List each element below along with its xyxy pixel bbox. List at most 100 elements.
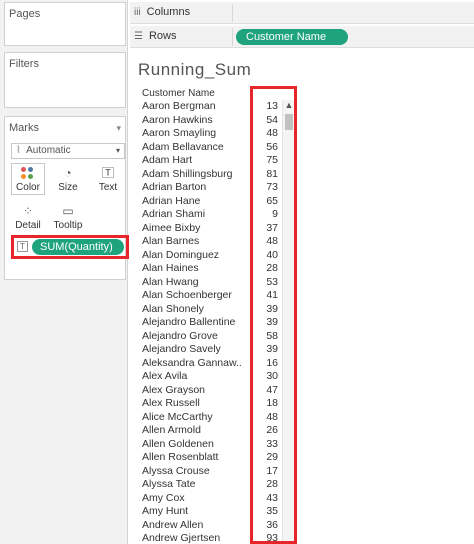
running-sum-cell[interactable]: 39 [252,303,282,317]
vertical-scrollbar[interactable]: ▲ [282,100,294,544]
running-sum-cell[interactable]: 81 [252,168,282,182]
rows-shelf[interactable]: ☰ Rows Customer Name [130,26,474,48]
color-label: Color [16,182,40,193]
running-sum-cell[interactable]: 37 [252,222,282,236]
running-sum-cell[interactable]: 36 [252,519,282,533]
running-sum-cell[interactable]: 39 [252,316,282,330]
customer-name-cell[interactable]: Alan Shonely [138,303,248,317]
customer-name-cell[interactable]: Alan Haines [138,262,248,276]
color-dots-icon [12,164,44,182]
size-icon: ◔ [64,166,72,180]
running-sum-cell[interactable]: 39 [252,343,282,357]
customer-name-cell[interactable]: Amy Hunt [138,505,248,519]
running-sum-cell[interactable]: 65 [252,195,282,209]
running-sum-cell[interactable]: 43 [252,492,282,506]
customer-name-cell[interactable]: Adam Hart [138,154,248,168]
tooltip-label: Tooltip [53,220,83,231]
color-button[interactable]: Color [11,163,45,195]
running-sum-cell[interactable]: 54 [252,114,282,128]
customer-name-cell[interactable]: Alejandro Savely [138,343,248,357]
customer-name-cell[interactable]: Amy Cox [138,492,248,506]
running-sum-cell[interactable]: 41 [252,289,282,303]
customer-name-cell[interactable]: Alyssa Tate [138,478,248,492]
customer-name-cell[interactable]: Alan Schoenberger [138,289,248,303]
customer-name-cell[interactable]: Adrian Hane [138,195,248,209]
pages-card[interactable]: Pages [4,2,126,46]
running-sum-column: 13 54 48 56 75 81 73 65 9 37 48 40 28 53 41 39 39 58 39 16 3… [252,100,282,544]
customer-name-cell[interactable]: Adrian Barton [138,181,248,195]
running-sum-cell[interactable]: 93 [252,532,282,544]
running-sum-cell[interactable]: 33 [252,438,282,452]
customer-name-cell[interactable]: Aimee Bixby [138,222,248,236]
scroll-thumb[interactable] [285,114,293,130]
running-sum-cell[interactable]: 26 [252,424,282,438]
customer-name-cell[interactable]: Aaron Hawkins [138,114,248,128]
sum-quantity-pill[interactable]: SUM(Quantity) [32,239,124,255]
running-sum-cell[interactable]: 48 [252,411,282,425]
customer-name-cell[interactable]: Allen Goldenen [138,438,248,452]
customer-name-cell[interactable]: Adam Shillingsburg [138,168,248,182]
customer-name-pill[interactable]: Customer Name [236,29,348,45]
running-sum-cell[interactable]: 13 [252,100,282,114]
running-sum-cell[interactable]: 17 [252,465,282,479]
detail-label: Detail [15,220,41,231]
text-mark-icon[interactable]: T [17,241,28,252]
marks-card: Marks ▾ ⌇ Automatic ▾ Color ◔ Size 🅃 Tex… [4,116,129,280]
customer-name-cell[interactable]: Alice McCarthy [138,411,248,425]
running-sum-cell[interactable]: 18 [252,397,282,411]
customer-name-cell[interactable]: Alex Grayson [138,384,248,398]
filters-card[interactable]: Filters [4,52,126,108]
filters-title: Filters [9,58,39,70]
customer-name-cell[interactable]: Andrew Allen [138,519,248,533]
customer-name-cell[interactable]: Alan Barnes [138,235,248,249]
customer-name-cell[interactable]: Alyssa Crouse [138,465,248,479]
running-sum-cell[interactable]: 29 [252,451,282,465]
customer-name-cell[interactable]: Alejandro Ballentine [138,316,248,330]
mark-type-label: Automatic [26,145,71,156]
running-sum-cell[interactable]: 16 [252,357,282,371]
mark-type-dropdown[interactable]: ⌇ Automatic ▾ [11,143,125,159]
columns-shelf[interactable]: iii Columns [130,2,474,24]
detail-button[interactable]: ⁘ Detail [11,201,45,233]
running-sum-cell[interactable]: 40 [252,249,282,263]
pages-title: Pages [9,8,41,20]
customer-name-cell[interactable]: Aaron Smayling [138,127,248,141]
customer-name-cell[interactable]: Alan Hwang [138,276,248,290]
running-sum-cell[interactable]: 48 [252,127,282,141]
running-sum-cell[interactable]: 75 [252,154,282,168]
text-icon: 🅃 [101,166,114,180]
customer-name-cell[interactable]: Adrian Shami [138,208,248,222]
running-sum-cell[interactable]: 58 [252,330,282,344]
running-sum-cell[interactable]: 48 [252,235,282,249]
customer-name-cell[interactable]: Aaron Bergman [138,100,248,114]
columns-icon: iii [134,7,141,18]
customer-name-cell[interactable]: Andrew Gjertsen [138,532,248,544]
customer-name-cell[interactable]: Alex Avila [138,370,248,384]
text-button[interactable]: 🅃 Text [91,163,125,195]
column-header[interactable]: Customer Name [142,88,215,99]
customer-name-cell[interactable]: Alejandro Grove [138,330,248,344]
customer-name-cell[interactable]: Allen Armold [138,424,248,438]
running-sum-cell[interactable]: 30 [252,370,282,384]
running-sum-cell[interactable]: 53 [252,276,282,290]
running-sum-cell[interactable]: 56 [252,141,282,155]
marks-menu-icon[interactable]: ▾ [116,123,121,134]
running-sum-cell[interactable]: 28 [252,478,282,492]
text-label: Text [98,182,118,193]
size-button[interactable]: ◔ Size [51,163,85,195]
running-sum-cell[interactable]: 28 [252,262,282,276]
customer-name-cell[interactable]: Aleksandra Gannaw.. [138,357,248,371]
running-sum-cell[interactable]: 35 [252,505,282,519]
running-sum-cell[interactable]: 73 [252,181,282,195]
running-sum-cell[interactable]: 9 [252,208,282,222]
scroll-up-icon[interactable]: ▲ [284,100,294,112]
columns-text: Columns [146,6,191,18]
customer-name-cell[interactable]: Alan Dominguez [138,249,248,263]
customer-name-column: Aaron Bergman Aaron Hawkins Aaron Smayling… [138,100,248,544]
customer-name-cell[interactable]: Adam Bellavance [138,141,248,155]
tooltip-icon: ▭ [62,204,74,218]
tooltip-button[interactable]: ▭ Tooltip [51,201,85,233]
running-sum-cell[interactable]: 47 [252,384,282,398]
customer-name-cell[interactable]: Alex Russell [138,397,248,411]
customer-name-cell[interactable]: Allen Rosenblatt [138,451,248,465]
